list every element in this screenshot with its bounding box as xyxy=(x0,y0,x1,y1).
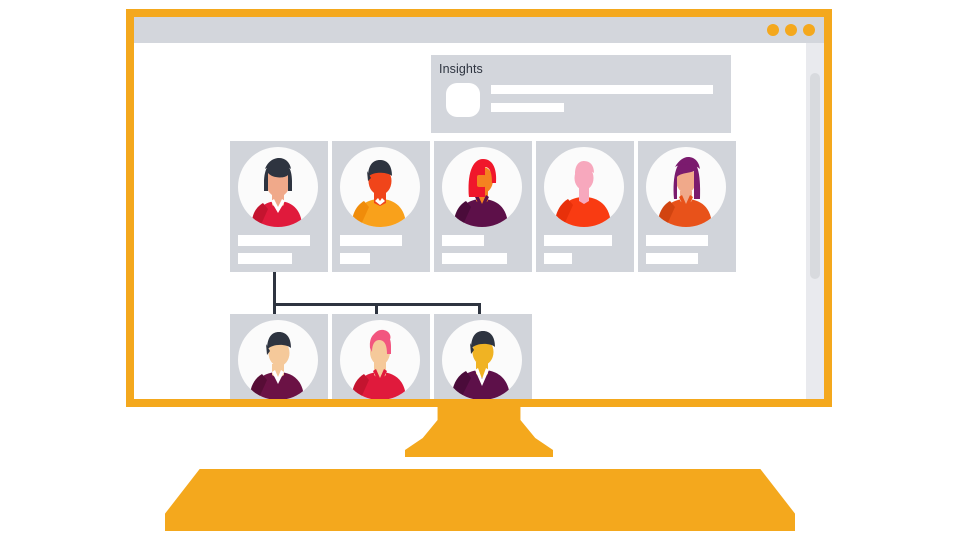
org-card-8[interactable] xyxy=(434,314,532,399)
vertical-scrollbar-thumb[interactable] xyxy=(810,73,820,279)
org-card-7[interactable] xyxy=(332,314,430,399)
org-card-4[interactable] xyxy=(536,141,634,272)
vertical-scrollbar-track[interactable] xyxy=(806,43,824,399)
insights-text-line-short xyxy=(491,103,564,112)
monitor-stand xyxy=(405,407,553,457)
card-2-role-placeholder xyxy=(340,253,370,264)
connector-stem-from-parent xyxy=(273,272,276,305)
avatar-man-gold-face-purple-top xyxy=(442,320,522,399)
window-dot-close-icon[interactable] xyxy=(803,24,815,36)
monitor-screen: Insights xyxy=(134,17,824,399)
insights-avatar-placeholder xyxy=(446,83,480,117)
insights-panel-title: Insights xyxy=(439,62,483,76)
insights-panel[interactable]: Insights xyxy=(431,55,731,133)
browser-titlebar xyxy=(134,17,824,43)
card-1-name-placeholder xyxy=(238,235,310,246)
avatar-pink-hair-crimson-top xyxy=(340,320,420,399)
org-card-1[interactable] xyxy=(230,141,328,272)
org-card-5[interactable] xyxy=(638,141,736,272)
illustration-canvas: Insights xyxy=(0,0,960,540)
avatar-woman-dark-bob xyxy=(238,147,318,227)
avatar-man-dark-hair-purple-top xyxy=(238,320,318,399)
window-controls xyxy=(767,24,815,36)
monitor-base xyxy=(165,469,795,531)
card-4-name-placeholder xyxy=(544,235,612,246)
card-3-name-placeholder xyxy=(442,235,484,246)
card-5-name-placeholder xyxy=(646,235,708,246)
card-4-role-placeholder xyxy=(544,253,572,264)
card-5-role-placeholder xyxy=(646,253,698,264)
org-card-6[interactable] xyxy=(230,314,328,399)
window-dot-minimize-icon[interactable] xyxy=(767,24,779,36)
card-1-role-placeholder xyxy=(238,253,292,264)
avatar-purple-hair-orange-top xyxy=(646,147,726,227)
avatar-man-orange-sweater xyxy=(340,147,420,227)
card-3-role-placeholder xyxy=(442,253,507,264)
window-dot-maximize-icon[interactable] xyxy=(785,24,797,36)
insights-text-line-long xyxy=(491,85,713,94)
avatar-red-hair-purple-top xyxy=(442,147,522,227)
org-card-2[interactable] xyxy=(332,141,430,272)
avatar-pink-head-red-sweater xyxy=(544,147,624,227)
org-card-3[interactable] xyxy=(434,141,532,272)
card-2-name-placeholder xyxy=(340,235,402,246)
